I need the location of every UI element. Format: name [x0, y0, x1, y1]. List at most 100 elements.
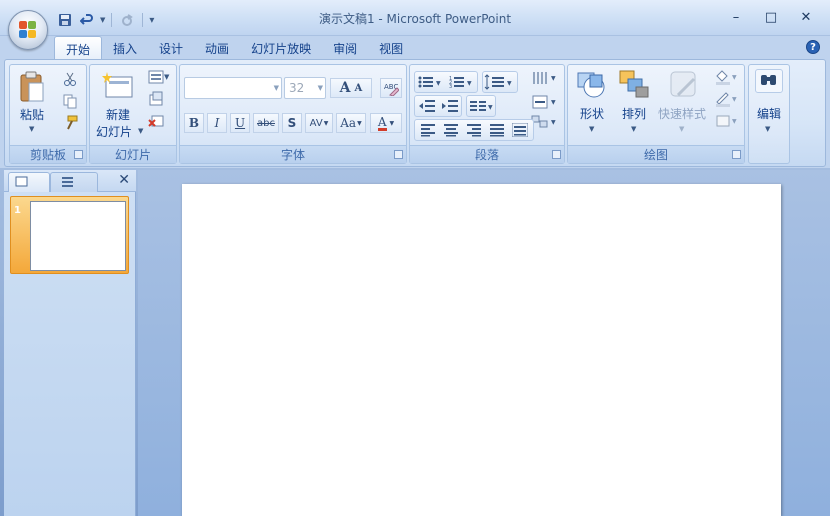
delete-slide-icon[interactable]	[148, 113, 166, 129]
new-slide-label-2[interactable]: 幻灯片	[90, 123, 138, 140]
quick-styles-dropdown-icon[interactable]: ▼	[679, 125, 684, 133]
drawing-dialog-launcher[interactable]	[732, 150, 741, 159]
font-size-value: 32	[289, 81, 305, 95]
reset-slide-icon[interactable]	[148, 91, 166, 107]
underline-button[interactable]: U	[230, 113, 250, 133]
arrange-button[interactable]: 排列	[614, 105, 654, 122]
alignment-group	[414, 119, 534, 141]
ribbon: 粘贴 ▼ 剪贴板 新建 幻灯片 ▼ ▼ 幻灯片 ▼ 32 ▼ A A ABC B…	[4, 59, 826, 167]
char-spacing-button[interactable]: AV ▼	[305, 113, 333, 133]
align-left-icon[interactable]	[420, 123, 436, 140]
shrink-font-button[interactable]: A	[355, 83, 363, 94]
maximize-button[interactable]: □	[757, 8, 785, 26]
tab-view[interactable]: 视图	[368, 36, 414, 60]
distribute-icon[interactable]	[511, 122, 529, 140]
tab-slides[interactable]	[8, 172, 50, 192]
layout-icon[interactable]: ▼	[148, 69, 170, 85]
editing-button[interactable]: 编辑	[749, 105, 789, 122]
slide-number: 1	[14, 205, 21, 216]
svg-text:▼: ▼	[732, 118, 737, 125]
paragraph-dialog-launcher[interactable]	[552, 150, 561, 159]
align-right-icon[interactable]	[466, 123, 482, 140]
svg-text:▼: ▼	[551, 119, 556, 126]
copy-icon[interactable]	[62, 93, 80, 109]
font-dialog-launcher[interactable]	[394, 150, 403, 159]
font-size-combo[interactable]: 32 ▼	[284, 77, 326, 99]
bullets-numbering-group: ▼ 1 2 3 ▼	[414, 71, 478, 93]
svg-text:3: 3	[449, 84, 452, 89]
close-button[interactable]: ✕	[792, 8, 820, 26]
group-label-font: 字体	[180, 145, 406, 163]
numbering-icon[interactable]: 1 2 3 ▼	[449, 75, 477, 92]
italic-button[interactable]: I	[207, 113, 227, 133]
quick-styles-button[interactable]: 快速样式	[654, 105, 710, 122]
shape-fill-icon[interactable]: ▼	[714, 69, 740, 85]
change-case-button[interactable]: Aa ▼	[336, 113, 366, 133]
group-editing: 编辑 ▼	[748, 64, 790, 164]
change-case-label: Aa	[340, 116, 357, 130]
svg-text:▼: ▼	[732, 74, 737, 81]
font-color-label: A	[377, 114, 387, 131]
clipboard-dialog-launcher[interactable]	[74, 150, 83, 159]
tab-design[interactable]: 设计	[148, 36, 194, 60]
clear-format-icon[interactable]: ABC	[380, 78, 402, 98]
shadow-button[interactable]: S	[282, 113, 302, 133]
shape-outline-icon[interactable]: ▼	[714, 91, 740, 107]
slide-thumbnail-selected[interactable]: 1	[10, 196, 129, 274]
svg-text:▼: ▼	[551, 75, 556, 82]
tab-insert[interactable]: 插入	[102, 36, 148, 60]
cut-icon[interactable]	[62, 71, 80, 87]
new-slide-label-1[interactable]: 新建	[94, 106, 142, 123]
tab-animations[interactable]: 动画	[194, 36, 240, 60]
paste-dropdown-icon[interactable]: ▼	[29, 125, 34, 133]
help-icon[interactable]: ?	[806, 40, 820, 54]
panel-tabs: ✕	[4, 170, 136, 192]
group-drawing: 形状 ▼ 排列 ▼ 快速样式 ▼ ▼ ▼ ▼ 绘图	[567, 64, 745, 164]
slide-thumbnail[interactable]	[30, 201, 126, 271]
slides-panel: ✕ 1	[4, 170, 136, 516]
slide-canvas[interactable]	[182, 184, 781, 516]
svg-text:▼: ▼	[164, 73, 170, 81]
font-color-button[interactable]: A ▼	[370, 113, 402, 133]
line-spacing-icon[interactable]: ▼	[482, 71, 518, 93]
bold-button[interactable]: B	[184, 113, 204, 133]
minimize-button[interactable]: –	[722, 8, 750, 26]
indent-group	[414, 95, 462, 117]
text-direction-icon[interactable]: ▼	[530, 69, 560, 87]
arrange-icon	[618, 69, 650, 101]
office-button[interactable]	[8, 10, 48, 50]
decrease-indent-icon[interactable]	[418, 99, 436, 116]
group-font: ▼ 32 ▼ A A ABC B I U abc S AV ▼ Aa ▼ A ▼ 字体	[179, 64, 407, 164]
shape-effects-icon[interactable]: ▼	[714, 113, 740, 129]
new-slide-dropdown-icon[interactable]: ▼	[138, 127, 143, 135]
bullets-icon[interactable]: ▼	[418, 75, 446, 92]
smartart-icon[interactable]: ▼	[530, 113, 560, 131]
columns-icon[interactable]: ▼	[466, 95, 496, 117]
align-text-icon[interactable]: ▼	[530, 93, 560, 111]
grow-font-button[interactable]: A	[340, 80, 351, 96]
svg-text:▼: ▼	[488, 104, 493, 111]
strikethrough-button[interactable]: abc	[253, 113, 279, 133]
group-label-paragraph: 段落	[410, 145, 564, 163]
format-painter-icon[interactable]	[62, 115, 80, 131]
office-logo-icon	[19, 21, 37, 39]
paste-button[interactable]: 粘贴	[16, 106, 48, 123]
paste-icon	[19, 71, 45, 103]
increase-indent-icon[interactable]	[441, 99, 459, 116]
arrange-dropdown-icon[interactable]: ▼	[631, 125, 636, 133]
shapes-dropdown-icon[interactable]: ▼	[589, 125, 594, 133]
ribbon-tabs: 开始 插入 设计 动画 幻灯片放映 审阅 视图	[54, 36, 414, 60]
justify-icon[interactable]	[489, 123, 505, 140]
tab-outline[interactable]	[50, 172, 98, 192]
tab-home[interactable]: 开始	[54, 36, 103, 60]
new-slide-icon	[102, 71, 134, 101]
tab-slide-show[interactable]: 幻灯片放映	[240, 36, 322, 60]
editing-dropdown-icon[interactable]: ▼	[765, 125, 770, 133]
font-name-combo[interactable]: ▼	[184, 77, 282, 99]
group-slides: 新建 幻灯片 ▼ ▼ 幻灯片	[89, 64, 177, 164]
shapes-button[interactable]: 形状	[572, 105, 612, 122]
shapes-icon	[576, 69, 608, 101]
align-center-icon[interactable]	[443, 123, 459, 140]
panel-close-button[interactable]: ✕	[118, 172, 130, 188]
tab-review[interactable]: 审阅	[322, 36, 368, 60]
